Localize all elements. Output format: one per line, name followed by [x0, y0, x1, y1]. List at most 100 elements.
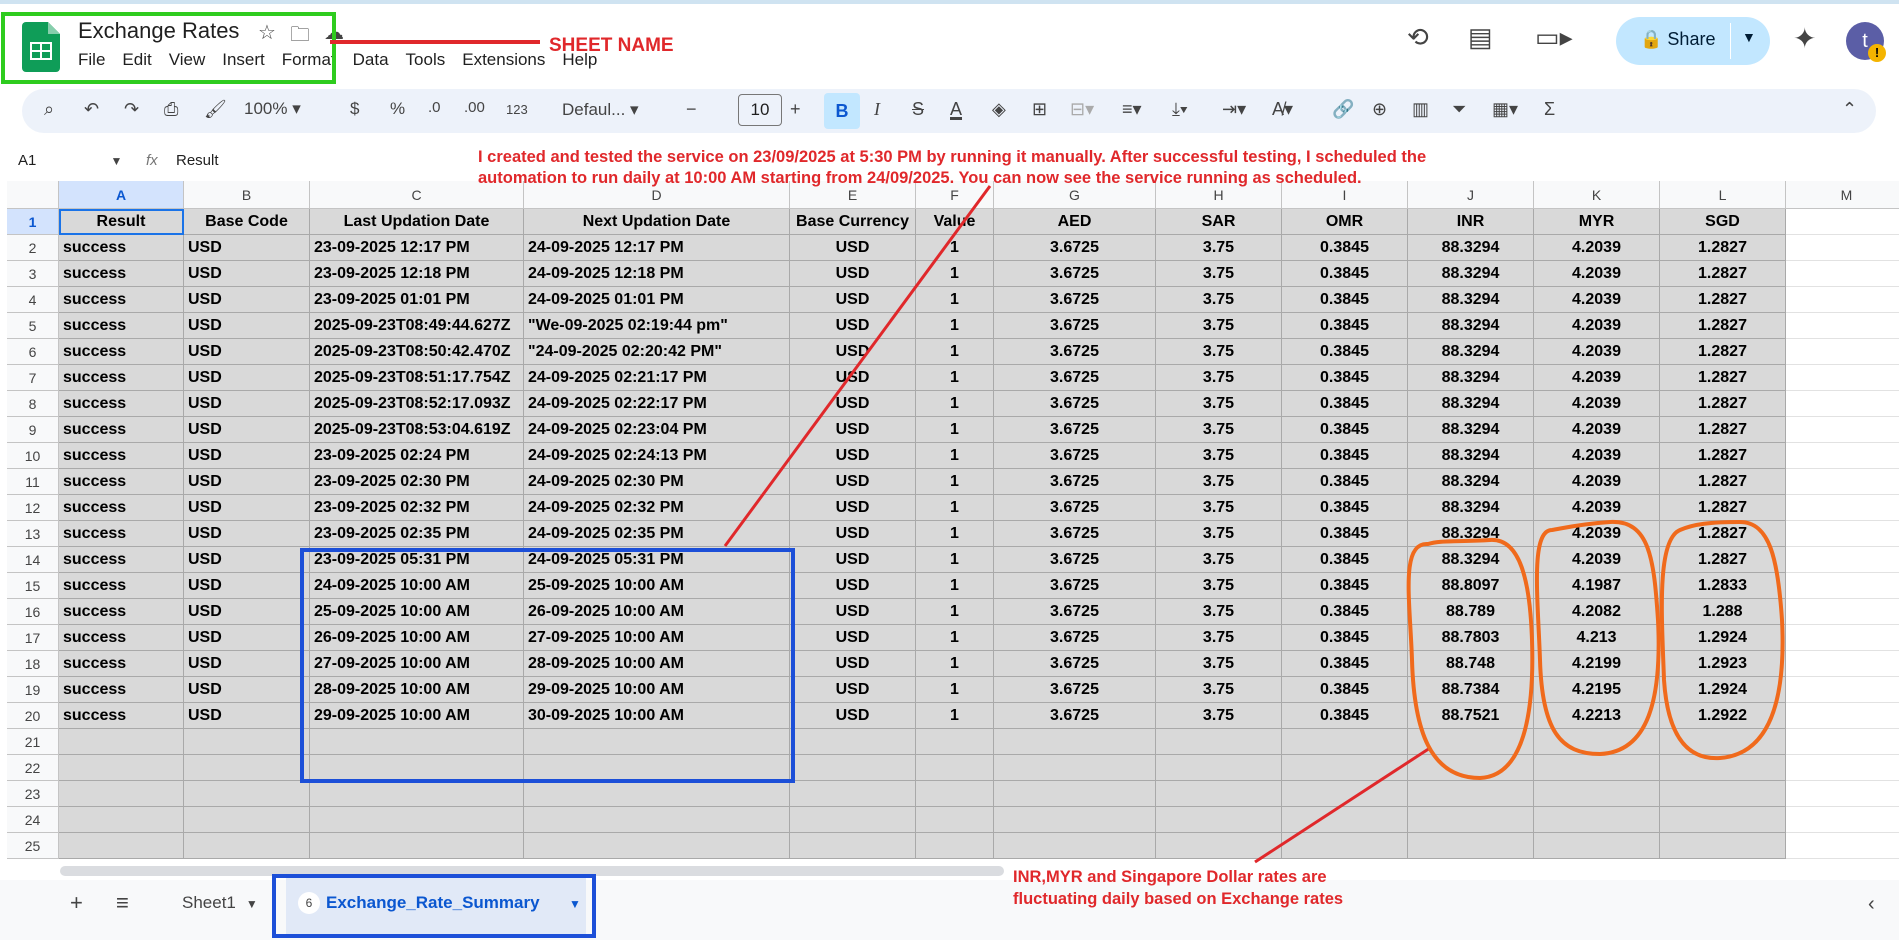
table-cell[interactable] [1786, 365, 1899, 391]
table-cell[interactable] [1660, 755, 1786, 781]
table-cell[interactable]: USD [790, 469, 916, 495]
table-cell[interactable]: 1.2833 [1660, 573, 1786, 599]
font-size-input[interactable]: 10 [738, 94, 782, 126]
column-title-cell[interactable]: INR [1408, 209, 1534, 235]
column-header-l[interactable]: L [1660, 181, 1786, 209]
table-cell[interactable]: 88.3294 [1408, 391, 1534, 417]
table-cell[interactable] [1282, 833, 1408, 859]
table-cell[interactable] [994, 729, 1156, 755]
table-cell[interactable]: 3.6725 [994, 495, 1156, 521]
table-cell[interactable] [1786, 261, 1899, 287]
table-cell[interactable]: 3.6725 [994, 547, 1156, 573]
menu-insert[interactable]: Insert [222, 50, 265, 70]
insert-comment-icon[interactable]: ⊕ [1372, 99, 1387, 120]
table-cell[interactable]: 1 [916, 287, 994, 313]
table-cell[interactable] [994, 807, 1156, 833]
table-cell[interactable]: 0.3845 [1282, 365, 1408, 391]
table-cell[interactable]: USD [790, 235, 916, 261]
undo-icon[interactable]: ↶ [84, 99, 99, 120]
table-cell[interactable]: 4.2039 [1534, 495, 1660, 521]
table-cell[interactable]: 1 [916, 443, 994, 469]
table-cell[interactable] [1156, 807, 1282, 833]
table-cell[interactable]: 3.75 [1156, 391, 1282, 417]
table-cell[interactable]: 3.75 [1156, 313, 1282, 339]
table-cell[interactable] [1408, 807, 1534, 833]
table-cell[interactable]: 1.2924 [1660, 625, 1786, 651]
row-header-18[interactable]: 18 [7, 651, 59, 677]
meet-video-icon[interactable]: ▭▸ [1535, 22, 1573, 53]
table-cell[interactable]: USD [790, 495, 916, 521]
table-cell[interactable] [310, 807, 524, 833]
table-cell[interactable] [1156, 755, 1282, 781]
table-cell[interactable]: 0.3845 [1282, 495, 1408, 521]
table-cell[interactable]: 23-09-2025 01:01 PM [310, 287, 524, 313]
table-cell[interactable] [1786, 547, 1899, 573]
table-cell[interactable] [994, 755, 1156, 781]
menu-extensions[interactable]: Extensions [462, 50, 545, 70]
table-cell[interactable]: 3.6725 [994, 599, 1156, 625]
table-cell[interactable]: 29-09-2025 10:00 AM [310, 703, 524, 729]
table-cell[interactable]: USD [184, 443, 310, 469]
table-cell[interactable]: USD [790, 339, 916, 365]
table-cell[interactable]: success [59, 313, 184, 339]
table-cell[interactable] [184, 807, 310, 833]
table-cell[interactable]: 88.3294 [1408, 261, 1534, 287]
table-cell[interactable]: 4.2082 [1534, 599, 1660, 625]
table-cell[interactable]: USD [184, 313, 310, 339]
table-cell[interactable]: 0.3845 [1282, 443, 1408, 469]
redo-icon[interactable]: ↷ [124, 99, 139, 120]
table-cell[interactable] [1786, 287, 1899, 313]
table-cell[interactable]: USD [790, 391, 916, 417]
table-cell[interactable]: 88.3294 [1408, 365, 1534, 391]
table-cell[interactable]: 1.2827 [1660, 495, 1786, 521]
table-cell[interactable] [1786, 573, 1899, 599]
table-cell[interactable]: 1.2827 [1660, 365, 1786, 391]
table-cell[interactable] [1156, 729, 1282, 755]
table-cell[interactable]: 3.6725 [994, 651, 1156, 677]
column-header-m[interactable]: M [1786, 181, 1899, 209]
table-cell[interactable]: success [59, 651, 184, 677]
table-cell[interactable]: 3.75 [1156, 287, 1282, 313]
table-cell[interactable] [1786, 703, 1899, 729]
table-cell[interactable]: 1 [916, 261, 994, 287]
table-cell[interactable] [916, 807, 994, 833]
table-cell[interactable]: 1.2924 [1660, 677, 1786, 703]
table-cell[interactable]: 3.6725 [994, 677, 1156, 703]
table-cell[interactable]: 27-09-2025 10:00 AM [310, 651, 524, 677]
bold-button[interactable]: B [824, 93, 860, 129]
table-cell[interactable] [1660, 833, 1786, 859]
table-cell[interactable] [524, 833, 790, 859]
table-cell[interactable]: "24-09-2025 02:20:42 PM" [524, 339, 790, 365]
table-cell[interactable] [1786, 443, 1899, 469]
table-cell[interactable]: 23-09-2025 05:31 PM [310, 547, 524, 573]
table-cell[interactable]: 2025-09-23T08:50:42.470Z [310, 339, 524, 365]
all-sheets-icon[interactable]: ≡ [116, 890, 129, 916]
table-cell[interactable]: success [59, 261, 184, 287]
row-header-8[interactable]: 8 [7, 391, 59, 417]
table-cell[interactable]: 88.3294 [1408, 235, 1534, 261]
table-cell[interactable] [1786, 781, 1899, 807]
table-cell[interactable]: 88.3294 [1408, 547, 1534, 573]
column-title-cell[interactable] [1786, 209, 1899, 235]
table-cell[interactable] [1786, 391, 1899, 417]
table-cell[interactable]: 1 [916, 469, 994, 495]
table-cell[interactable] [310, 833, 524, 859]
table-cell[interactable] [310, 729, 524, 755]
table-cell[interactable]: 24-09-2025 02:30 PM [524, 469, 790, 495]
table-cell[interactable] [1786, 235, 1899, 261]
row-header-10[interactable]: 10 [7, 443, 59, 469]
table-cell[interactable] [790, 807, 916, 833]
table-cell[interactable]: 1 [916, 495, 994, 521]
table-cell[interactable]: 0.3845 [1282, 573, 1408, 599]
table-cell[interactable]: 1.2827 [1660, 287, 1786, 313]
table-cell[interactable]: 4.1987 [1534, 573, 1660, 599]
table-cell[interactable]: 4.213 [1534, 625, 1660, 651]
table-cell[interactable]: 1.2923 [1660, 651, 1786, 677]
table-cell[interactable]: success [59, 599, 184, 625]
table-cell[interactable] [790, 781, 916, 807]
font-size-increase-button[interactable]: + [790, 99, 801, 120]
move-folder-icon[interactable]: 🗀 [290, 20, 310, 54]
table-cell[interactable]: 1.2827 [1660, 235, 1786, 261]
name-box[interactable]: A1 ▼ [18, 152, 122, 169]
table-cell[interactable]: success [59, 573, 184, 599]
